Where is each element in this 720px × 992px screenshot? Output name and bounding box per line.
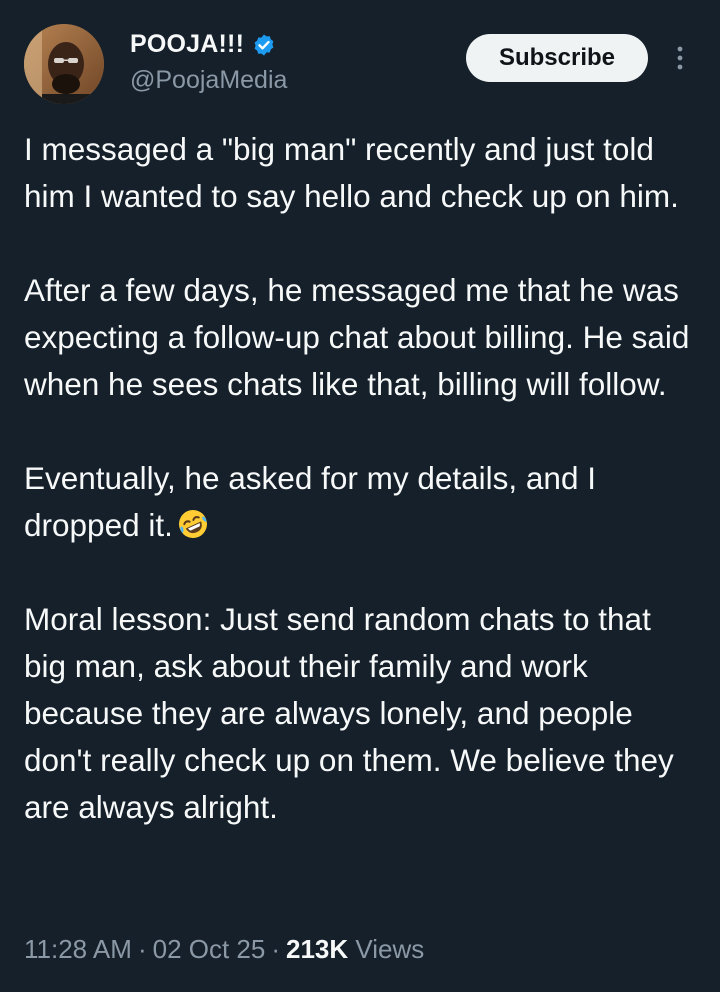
tweet-paragraph: I messaged a "big man" recently and just…: [24, 131, 679, 214]
meta-separator: ·: [271, 934, 281, 964]
tweet-time[interactable]: 11:28 AM: [24, 934, 132, 964]
meta-separator: ·: [137, 934, 147, 964]
tweet-text: I messaged a "big man" recently and just…: [24, 126, 696, 831]
tweet-paragraph: Eventually, he asked for my details, and…: [24, 455, 696, 549]
tweet-paragraph: After a few days, he messaged me that he…: [24, 272, 690, 402]
avatar-image: [24, 24, 104, 104]
more-vertical-icon[interactable]: [670, 44, 690, 72]
tweet-date[interactable]: 02 Oct 25: [153, 934, 266, 964]
subscribe-button[interactable]: Subscribe: [466, 34, 648, 82]
tweet-paragraph: Moral lesson: Just send random chats to …: [24, 601, 674, 825]
rolling-on-floor-laughing-emoji: [178, 510, 207, 538]
tweet-paragraph-text: Eventually, he asked for my details, and…: [24, 460, 596, 543]
author-handle[interactable]: @PoojaMedia: [130, 66, 287, 95]
views-label: Views: [355, 934, 425, 964]
author-display-name[interactable]: POOJA!!!: [130, 30, 244, 59]
tweet-card: POOJA!!! @PoojaMedia Subscribe I message…: [0, 0, 720, 992]
tweet-meta: 11:28 AM · 02 Oct 25 · 213K Views: [24, 934, 424, 965]
verified-badge-icon[interactable]: [252, 33, 276, 57]
author-name-row: POOJA!!!: [130, 30, 276, 59]
views-count[interactable]: 213K: [286, 934, 348, 964]
avatar[interactable]: [24, 24, 104, 104]
